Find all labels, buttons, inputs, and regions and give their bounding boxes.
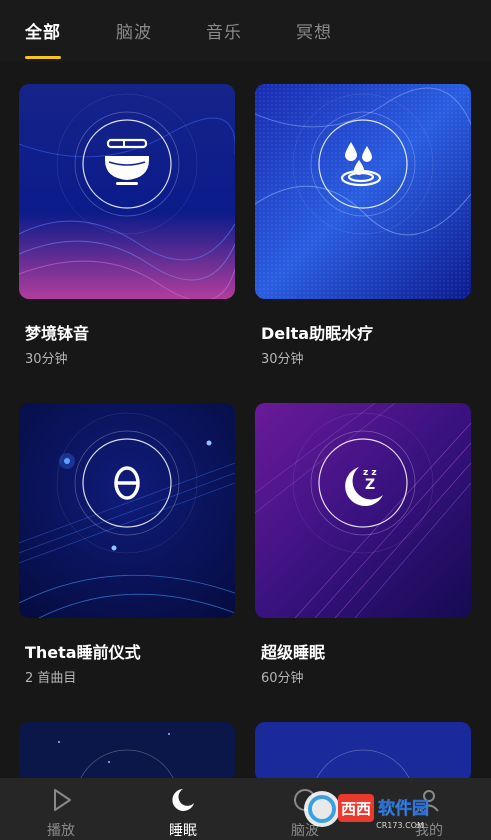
tab-brainwave[interactable]: 脑波 xyxy=(116,18,152,43)
card-thumbnail xyxy=(19,722,235,782)
active-tab-indicator xyxy=(25,56,61,59)
tab-meditation[interactable]: 冥想 xyxy=(296,18,332,43)
nav-label: 播放 xyxy=(47,823,75,839)
tab-music[interactable]: 音乐 xyxy=(206,18,242,43)
card-duration: 30分钟 xyxy=(25,352,68,367)
watermark-brand: 西西 xyxy=(341,800,371,818)
play-icon xyxy=(54,789,71,811)
tab-all[interactable]: 全部 xyxy=(25,18,61,43)
card-thumbnail xyxy=(255,722,471,782)
card-duration: 30分钟 xyxy=(261,352,304,367)
watermark-url: CR173.COM xyxy=(376,821,424,830)
card-thumbnail xyxy=(255,84,471,299)
nav-play[interactable]: 播放 xyxy=(0,778,122,840)
card-title: 梦境钵音 xyxy=(25,324,90,343)
card-thumbnail xyxy=(19,84,235,299)
singing-bowl-icon xyxy=(105,138,149,185)
watermark-text: 软件园 xyxy=(378,798,429,819)
svg-text:Z: Z xyxy=(365,477,375,493)
card-duration: 60分钟 xyxy=(261,671,304,686)
category-tabs: 全部 脑波 音乐 冥想 xyxy=(0,0,491,62)
site-watermark: 西西 软件园 CR173.COM xyxy=(300,786,480,832)
card-title: 超级睡眠 xyxy=(261,643,326,662)
theta-icon xyxy=(114,466,140,500)
card-title: Theta睡前仪式 xyxy=(25,643,141,662)
card-thumbnail xyxy=(19,403,235,618)
nav-label: 睡眠 xyxy=(169,823,197,839)
card-title: Delta助眠水疗 xyxy=(261,324,374,343)
card-track-count: 2 首曲目 xyxy=(25,671,77,686)
moon-icon xyxy=(172,789,194,811)
card-thumbnail: z z Z xyxy=(255,403,471,618)
nav-sleep[interactable]: 睡眠 xyxy=(122,778,244,840)
water-drops-icon xyxy=(340,142,382,187)
moon-zzz-icon: z z Z xyxy=(345,467,383,507)
